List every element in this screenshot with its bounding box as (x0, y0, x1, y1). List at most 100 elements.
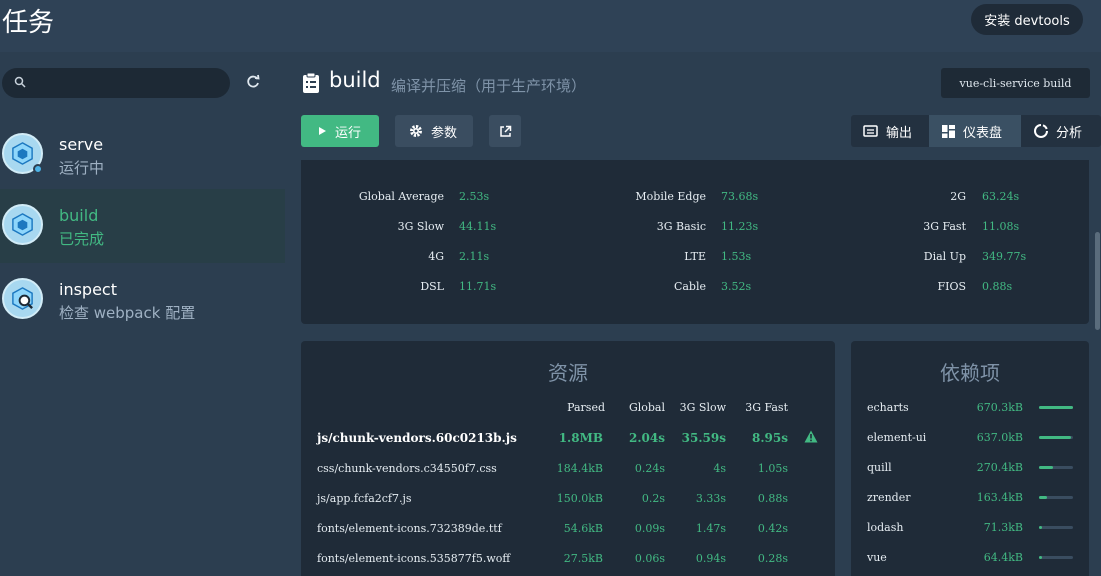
asset-parsed: 27.5kB (563, 552, 603, 565)
parameters-button[interactable]: 参数 (395, 115, 473, 147)
speed-stat-value: 349.77s (982, 250, 1027, 263)
asset-3g-fast: 1.05s (757, 462, 788, 475)
asset-3g-slow: 4s (713, 462, 726, 475)
dependency-size-bar (1039, 526, 1073, 529)
top-bar: 任务 安装 devtools (0, 0, 1101, 52)
tab-output-label: 输出 (886, 125, 913, 141)
dependency-name: element-ui (867, 431, 927, 444)
open-external-button[interactable] (489, 115, 521, 147)
speed-stat-value: 2.11s (459, 250, 490, 263)
dependency-size-bar-fill (1039, 526, 1042, 529)
asset-global: 0.09s (634, 522, 665, 535)
task-command: vue-cli-service build (941, 68, 1090, 98)
asset-3g-fast: 8.95s (752, 431, 788, 445)
task-status: 运行中 (59, 159, 105, 177)
dependency-row: echarts 670.3kB (851, 401, 1089, 431)
task-item-serve[interactable]: serve 运行中 (0, 118, 285, 192)
column-header-parsed: Parsed (567, 401, 605, 414)
asset-row: css/chunk-vendors.c34550f7.css 184.4kB 0… (301, 462, 835, 492)
asset-parsed: 1.8MB (558, 431, 603, 445)
task-name: build (59, 206, 99, 225)
task-item-inspect[interactable]: inspect 检查 webpack 配置 (0, 263, 285, 337)
dependency-name: quill (867, 461, 892, 474)
task-item-build[interactable]: build 已完成 (0, 189, 285, 263)
dependency-size-bar-fill (1039, 496, 1047, 499)
speed-stat-value: 0.88s (982, 280, 1013, 293)
task-title: build (329, 68, 381, 92)
run-button[interactable]: 运行 (301, 115, 379, 147)
speed-stat-value: 2.53s (459, 190, 490, 203)
task-detail: build 编译并压缩（用于生产环境） vue-cli-service buil… (285, 52, 1101, 576)
speed-stat-label: 4G (428, 250, 444, 263)
dependencies-panel: 依赖项 echarts 670.3kB element-ui 637.0kB q… (851, 341, 1089, 576)
page-title: 任务 (2, 8, 55, 38)
speed-stat-value: 1.53s (721, 250, 752, 263)
tab-dashboard-label: 仪表盘 (963, 125, 1003, 141)
scrollbar[interactable] (1094, 160, 1101, 576)
task-description: 编译并压缩（用于生产环境） (391, 77, 587, 95)
refresh-icon[interactable] (245, 74, 261, 90)
dashboard-icon (942, 124, 955, 138)
asset-global: 2.04s (629, 431, 665, 445)
column-header-global: Global (628, 401, 665, 414)
dependency-size-bar (1039, 436, 1073, 439)
dependency-row: vue 64.4kB (851, 551, 1089, 576)
task-status: 检查 webpack 配置 (59, 304, 196, 322)
dependency-size: 163.4kB (976, 491, 1023, 504)
asset-3g-slow: 35.59s (681, 431, 726, 445)
column-header-3g-slow: 3G Slow (679, 401, 726, 414)
asset-global: 0.06s (634, 552, 665, 565)
speed-stat-value: 11.08s (982, 220, 1020, 233)
gear-icon (410, 125, 422, 137)
tab-dashboard[interactable]: 仪表盘 (929, 115, 1021, 147)
speed-stat-label: 2G (950, 190, 966, 203)
asset-3g-fast: 0.88s (757, 492, 788, 505)
dependency-row: zrender 163.4kB (851, 491, 1089, 521)
dependency-name: vue (867, 551, 887, 564)
tab-analyze[interactable]: 分析 (1021, 115, 1101, 147)
dependency-size: 637.0kB (976, 431, 1023, 444)
install-devtools-button[interactable]: 安装 devtools (971, 4, 1083, 35)
speed-stat-value: 63.24s (982, 190, 1020, 203)
asset-row: js/app.fcfa2cf7.js 150.0kB 0.2s 3.33s 0.… (301, 492, 835, 522)
search-input[interactable] (2, 68, 230, 98)
dependency-size: 71.3kB (983, 521, 1023, 534)
dependencies-title: 依赖项 (940, 361, 1000, 385)
asset-name: fonts/element-icons.535877f5.woff (317, 552, 511, 565)
task-sidebar: serve 运行中 build 已完成 inspect 检查 webpack 配… (0, 52, 285, 576)
search-icon (14, 76, 26, 88)
asset-3g-fast: 0.42s (757, 522, 788, 535)
scrollbar-thumb[interactable] (1095, 232, 1100, 330)
asset-name: css/chunk-vendors.c34550f7.css (317, 462, 497, 475)
parameters-button-label: 参数 (431, 125, 458, 141)
external-link-icon (499, 125, 511, 137)
speed-stat-label: LTE (684, 250, 706, 263)
speed-stat-value: 44.11s (459, 220, 497, 233)
tab-output[interactable]: 输出 (851, 115, 929, 147)
task-name: inspect (59, 280, 117, 299)
column-header-3g-fast: 3G Fast (745, 401, 788, 414)
dependency-size-bar-fill (1039, 556, 1042, 559)
dependency-size-bar-fill (1039, 406, 1073, 409)
speed-stat-value: 11.23s (721, 220, 759, 233)
asset-3g-slow: 1.47s (695, 522, 726, 535)
speed-stat-label: Dial Up (923, 250, 966, 263)
asset-row: fonts/element-icons.732389de.ttf 54.6kB … (301, 522, 835, 552)
dependency-size: 64.4kB (983, 551, 1023, 564)
task-status: 已完成 (59, 230, 105, 248)
asset-row: fonts/element-icons.535877f5.woff 27.5kB… (301, 552, 835, 576)
play-icon (319, 127, 326, 135)
webpack-inspect-icon (2, 278, 43, 319)
speed-stat-value: 11.71s (459, 280, 497, 293)
asset-3g-slow: 3.33s (695, 492, 726, 505)
speed-stat-label: FIOS (937, 280, 966, 293)
asset-global: 0.24s (634, 462, 665, 475)
asset-3g-slow: 0.94s (695, 552, 726, 565)
asset-parsed: 54.6kB (563, 522, 603, 535)
speed-stat-value: 3.52s (721, 280, 752, 293)
speed-stats-panel: Global Average 2.53s Mobile Edge 73.68s … (301, 160, 1089, 324)
speed-stat-label: Mobile Edge (635, 190, 706, 203)
dependency-size: 670.3kB (976, 401, 1023, 414)
tab-analyze-label: 分析 (1056, 125, 1083, 141)
asset-global: 0.2s (641, 492, 665, 505)
